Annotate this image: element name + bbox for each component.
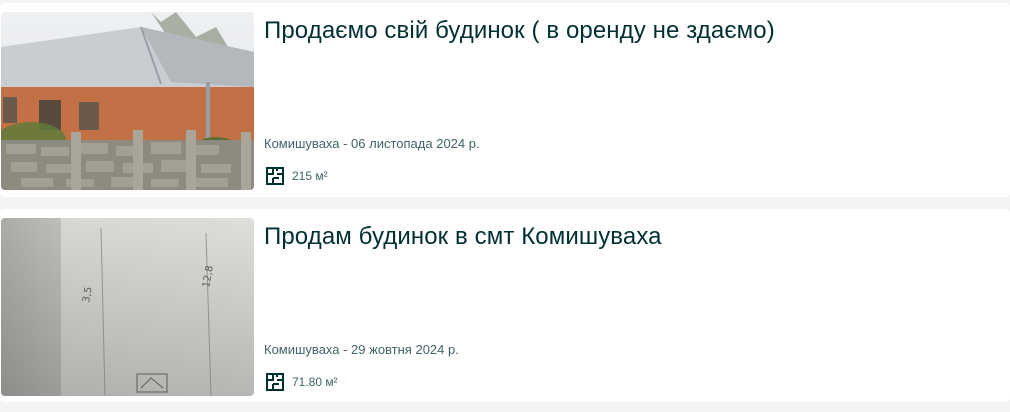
listing-card[interactable]: Продаємо свій будинок ( в оренду не здає…: [0, 3, 1010, 197]
listing-area: 215 м²: [266, 167, 328, 185]
listing-area: 71.80 м²: [266, 373, 338, 391]
listing-location-date: Комишуваха - 29 жовтня 2024 р.: [264, 342, 459, 357]
listing-title[interactable]: Продаємо свій будинок ( в оренду не здає…: [264, 17, 775, 45]
area-value: 215 м²: [292, 169, 328, 183]
floor-plan-icon: [266, 167, 284, 185]
floor-plan-icon: [266, 373, 284, 391]
listing-title[interactable]: Продам будинок в смт Комишуваха: [264, 223, 662, 251]
listing-list: Продаємо свій будинок ( в оренду не здає…: [0, 0, 1010, 412]
listing-location-date: Комишуваха - 06 листопада 2024 р.: [264, 136, 480, 151]
listing-card[interactable]: 3,5 12,8 Продам будинок в смт Комишуваха…: [0, 209, 1010, 402]
area-value: 71.80 м²: [292, 375, 338, 389]
listing-photo-plan[interactable]: 3,5 12,8: [1, 218, 254, 396]
listing-photo-house[interactable]: [1, 12, 254, 190]
